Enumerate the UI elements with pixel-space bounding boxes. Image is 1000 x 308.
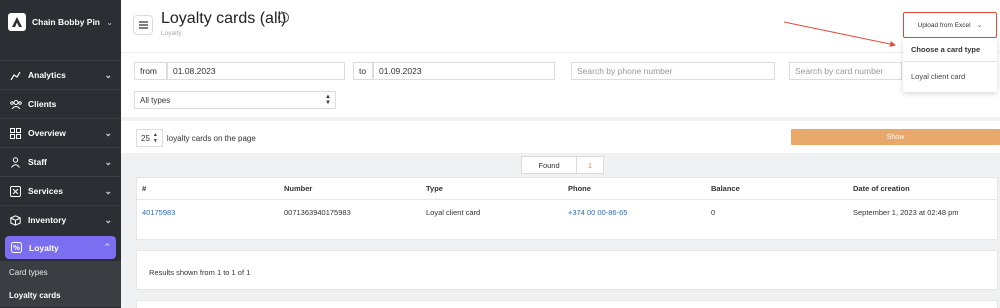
- sidebar-item-label: Analytics: [28, 70, 66, 80]
- column-header: Type: [426, 184, 443, 193]
- chevron-down-icon: ⌄: [104, 214, 112, 225]
- info-icon[interactable]: i: [278, 12, 289, 23]
- brand-switcher[interactable]: Chain Bobby Pin ⌄: [0, 0, 121, 44]
- chevron-up-icon: ⌃: [103, 242, 111, 252]
- loyalty-submenu: Card types Loyalty cards: [0, 261, 121, 307]
- divider: [137, 199, 997, 200]
- breadcrumb[interactable]: Loyalty: [161, 30, 182, 37]
- from-label: from: [134, 62, 167, 80]
- per-page-value: 25: [141, 133, 150, 143]
- sidebar-item-inventory[interactable]: Inventory ⌄: [0, 205, 121, 234]
- chevron-down-icon: ⌄: [976, 22, 983, 29]
- card-type-dropdown: Choose a card type Loyal client card: [903, 38, 997, 92]
- sidebar-item-overview[interactable]: Overview ⌄: [0, 118, 121, 147]
- card-type-cell: Loyal client card: [426, 208, 481, 217]
- card-id-link[interactable]: 40175983: [142, 208, 175, 217]
- sidebar-item-clients[interactable]: Clients: [0, 89, 121, 118]
- chart-icon: [9, 69, 22, 82]
- dropdown-heading: Choose a card type: [903, 38, 997, 62]
- sidebar-subitem-loyalty-cards[interactable]: Loyalty cards: [0, 284, 121, 307]
- balance-cell: 0: [711, 208, 716, 217]
- grid-icon: [9, 127, 22, 140]
- menu-toggle-button[interactable]: [133, 15, 153, 35]
- services-icon: [9, 185, 22, 198]
- sidebar-item-label: Inventory: [28, 215, 67, 225]
- page-header: Loyalty cards (all) i Loyalty Upload fro…: [121, 0, 1000, 52]
- bottom-panel: [136, 300, 998, 308]
- found-label: Found: [521, 156, 577, 174]
- chevron-down-icon: ⌄: [104, 69, 112, 80]
- filter-panel: from 01.08.2023 to 01.09.2023 Search by …: [121, 52, 1000, 117]
- chevron-down-icon: ⌄: [104, 156, 112, 167]
- column-header: #: [142, 184, 147, 193]
- sidebar-nav: Analytics ⌄ Clients Overview ⌄ Staff ⌄ S…: [0, 60, 121, 307]
- column-header: Phone: [568, 184, 591, 193]
- card-number-search-input[interactable]: Search by card number: [789, 62, 902, 80]
- person-icon: [9, 156, 22, 169]
- brand-name: Chain Bobby Pin: [32, 17, 100, 27]
- upload-button-label: Upload from Excel: [917, 21, 971, 29]
- card-type-select[interactable]: All types ▲ ▼: [134, 91, 336, 109]
- sidebar: Chain Bobby Pin ⌄ Analytics ⌄ Clients Ov…: [0, 0, 121, 308]
- sidebar-item-label: Overview: [28, 128, 66, 138]
- sidebar-item-label: Loyalty: [29, 242, 59, 253]
- chevron-down-icon: ⌄: [104, 127, 112, 138]
- box-icon: [9, 214, 22, 227]
- brand-logo-icon: [8, 13, 26, 31]
- users-icon: [9, 98, 22, 111]
- main-content: Loyalty cards (all) i Loyalty Upload fro…: [121, 0, 1000, 308]
- column-header: Number: [284, 184, 313, 193]
- select-caret-icon: ▲ ▼: [325, 94, 331, 106]
- from-date-input[interactable]: 01.08.2023: [167, 62, 345, 80]
- show-button[interactable]: Show: [791, 129, 1000, 145]
- loyalty-cards-table: # Number Type Phone Balance Date of crea…: [136, 177, 998, 240]
- select-value: All types: [140, 95, 171, 105]
- sidebar-item-services[interactable]: Services ⌄: [0, 176, 121, 205]
- column-header: Date of creation: [853, 184, 910, 193]
- to-date-input[interactable]: 01.09.2023: [373, 62, 555, 80]
- select-caret-icon: ▲ ▼: [152, 132, 158, 144]
- chevron-down-icon: ⌄: [106, 17, 113, 27]
- to-label: to: [353, 62, 373, 80]
- per-page-label: loyalty cards on the page: [166, 133, 256, 143]
- sidebar-subitem-card-types[interactable]: Card types: [0, 261, 121, 284]
- column-header: Balance: [711, 184, 740, 193]
- sidebar-item-loyalty[interactable]: % Loyalty ⌃: [5, 236, 116, 259]
- creation-date-cell: September 1, 2023 at 02:48 pm: [853, 208, 959, 217]
- sidebar-item-label: Services: [28, 186, 63, 196]
- found-count-badge: 1: [577, 156, 604, 174]
- results-summary-panel: Results shown from 1 to 1 of 1: [136, 250, 998, 290]
- dropdown-item-loyal-client-card[interactable]: Loyal client card: [903, 62, 997, 90]
- chevron-down-icon: ⌄: [104, 185, 112, 196]
- found-count: Found 1: [521, 156, 604, 174]
- upload-from-excel-button[interactable]: Upload from Excel ⌄: [903, 12, 997, 38]
- per-page-control: 25 ▲ ▼ loyalty cards on the page: [136, 129, 256, 147]
- results-summary: Results shown from 1 to 1 of 1: [149, 268, 251, 277]
- hamburger-icon: [138, 21, 148, 29]
- sidebar-item-label: Clients: [28, 99, 57, 109]
- phone-link[interactable]: +374 00 00-86-65: [568, 208, 627, 217]
- per-page-select[interactable]: 25 ▲ ▼: [136, 129, 163, 147]
- card-number-cell: 0071363940175983: [284, 208, 351, 217]
- svg-text:%: %: [13, 244, 20, 252]
- sidebar-item-staff[interactable]: Staff ⌄: [0, 147, 121, 176]
- loyalty-icon: %: [10, 241, 23, 254]
- sidebar-item-label: Staff: [28, 157, 47, 167]
- page-title: Loyalty cards (all): [161, 10, 287, 27]
- sidebar-item-analytics[interactable]: Analytics ⌄: [0, 60, 121, 89]
- phone-search-input[interactable]: Search by phone number: [571, 62, 775, 80]
- pagination-panel: 25 ▲ ▼ loyalty cards on the page Show: [121, 121, 1000, 153]
